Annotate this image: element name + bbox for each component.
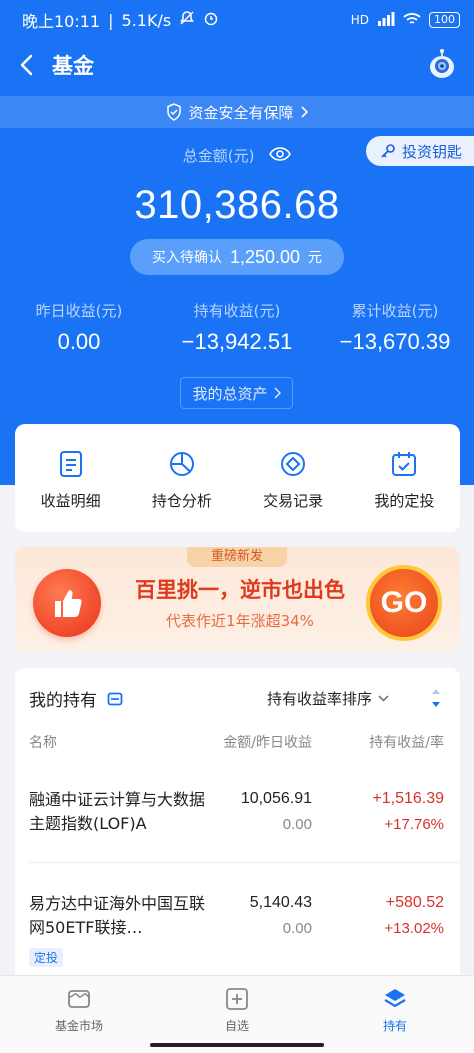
quick-action-label: 收益明细 <box>40 492 101 510</box>
list-toggle-icon[interactable] <box>107 692 123 706</box>
fund-yesterday-gain: 0.00 <box>282 816 312 833</box>
column-name: 名称 <box>29 735 57 751</box>
status-separator: | <box>108 10 114 30</box>
holding-row[interactable]: 融通中证云计算与大数据主题指数(LOF)A 10,056.91 0.00 +1,… <box>15 788 460 868</box>
market-icon <box>68 990 90 1008</box>
go-button[interactable]: GO <box>366 565 442 641</box>
fund-holding-gain: +1,516.39 <box>372 790 444 807</box>
alarm-icon <box>203 10 219 30</box>
quick-action-trade-records[interactable]: 交易记录 <box>238 424 349 532</box>
holdings-header: 我的持有 持有收益率排序 <box>15 668 460 726</box>
holding-row[interactable]: 易方达中证海外中国互联网50ETF联接… 5,140.43 0.00 +580.… <box>15 892 460 978</box>
stat-value: 0.00 <box>57 329 101 354</box>
fund-name: 易方达中证海外中国互联网50ETF联接… <box>29 894 206 937</box>
quick-action-position-analysis[interactable]: 持仓分析 <box>126 424 237 532</box>
auto-invest-badge: 定投 <box>29 948 64 967</box>
holdings-title: 我的持有 <box>29 691 97 711</box>
document-icon <box>59 451 82 477</box>
column-amount: 金额/昨日收益 <box>223 735 312 751</box>
stat-cumulative: 累计收益(元) −13,670.39 <box>316 300 474 355</box>
quick-action-label: 我的定投 <box>374 492 435 510</box>
quick-action-my-plans[interactable]: 我的定投 <box>349 424 460 532</box>
shield-check-icon <box>167 103 182 121</box>
battery-icon: 100 <box>429 12 460 28</box>
total-amount-label-row: 总金额(元) <box>0 145 474 166</box>
stat-label: 持有收益(元) <box>193 302 281 320</box>
sort-order-icon[interactable] <box>428 686 444 710</box>
pending-unit: 元 <box>308 250 323 266</box>
signal-icon <box>377 11 395 29</box>
pie-chart-icon <box>169 452 194 476</box>
status-time: 晚上10:11 <box>22 12 101 31</box>
chevron-right-icon <box>273 387 281 399</box>
sort-label: 持有收益率排序 <box>267 690 373 708</box>
diamond-circle-icon <box>281 452 306 476</box>
tab-fund-market[interactable]: 基金市场 <box>0 976 158 1053</box>
stat-yesterday: 昨日收益(元) 0.00 <box>0 300 158 355</box>
total-amount-label: 总金额(元) <box>182 147 255 165</box>
quick-action-label: 交易记录 <box>263 492 324 510</box>
total-assets-label: 我的总资产 <box>192 384 268 403</box>
stat-value: −13,670.39 <box>339 329 451 354</box>
holdings-column-headers: 名称 金额/昨日收益 持有收益/率 <box>15 732 460 754</box>
fund-name: 融通中证云计算与大数据主题指数(LOF)A <box>29 790 206 833</box>
eye-icon[interactable] <box>269 146 292 165</box>
assistant-robot-icon[interactable] <box>428 48 456 80</box>
mute-icon <box>179 10 195 30</box>
page-title: 基金 <box>52 54 94 78</box>
network-type: HD <box>350 13 369 27</box>
banner-headline: 百里挑一，逆市也出色 <box>135 578 345 602</box>
fund-amount: 10,056.91 <box>240 790 312 807</box>
thumbs-up-icon <box>33 569 101 637</box>
fund-amount: 5,140.43 <box>249 894 312 911</box>
earnings-stats: 昨日收益(元) 0.00 持有收益(元) −13,942.51 累计收益(元) … <box>0 300 474 360</box>
quick-actions: 收益明细 持仓分析 交易记录 我的定投 <box>15 424 460 532</box>
back-button[interactable] <box>0 40 52 90</box>
stat-holding: 持有收益(元) −13,942.51 <box>158 300 316 355</box>
nav-bar: 基金 <box>0 40 474 90</box>
chevron-left-icon <box>20 54 33 76</box>
row-divider <box>29 862 460 863</box>
chevron-down-icon <box>378 695 389 702</box>
fund-yesterday-gain: 0.00 <box>282 920 312 937</box>
tab-holdings[interactable]: 持有 <box>316 976 474 1053</box>
quick-action-label: 持仓分析 <box>151 492 212 510</box>
pending-amount: 1,250.00 <box>229 246 301 267</box>
fund-holding-rate: +17.76% <box>384 816 444 833</box>
status-speed: 5.1K/s <box>121 10 172 30</box>
pending-confirmation-pill[interactable]: 买入待确认 1,250.00 元 <box>130 239 344 275</box>
stat-label: 昨日收益(元) <box>35 302 123 320</box>
column-gain: 持有收益/率 <box>369 735 444 751</box>
calendar-check-icon <box>392 452 417 476</box>
banner-subline: 代表作近1年涨超34% <box>166 612 314 630</box>
status-bar: 晚上10:11 | 5.1K/s HD 100 <box>0 0 474 40</box>
stat-label: 累计收益(元) <box>351 302 439 320</box>
fund-holding-rate: +13.02% <box>384 920 444 937</box>
total-assets-button[interactable]: 我的总资产 <box>180 377 293 409</box>
stat-value: −13,942.51 <box>181 329 293 354</box>
total-amount-value: 310,386.68 <box>134 183 340 227</box>
add-watchlist-icon <box>226 988 248 1010</box>
holdings-title-row: 我的持有 <box>29 686 123 711</box>
banner-tag: 重磅新发 <box>187 547 287 567</box>
wifi-icon <box>403 12 421 29</box>
safety-label: 资金安全有保障 <box>188 103 294 122</box>
safety-guarantee-link[interactable]: 资金安全有保障 <box>0 96 474 128</box>
sort-dropdown[interactable]: 持有收益率排序 <box>267 688 389 709</box>
pending-label: 买入待确认 <box>151 250 222 266</box>
home-indicator <box>150 1043 324 1047</box>
promo-banner[interactable]: 重磅新发 百里挑一，逆市也出色 代表作近1年涨超34% GO <box>15 547 460 652</box>
holdings-card: 我的持有 持有收益率排序 名称 金额/昨日收益 持有收益/率 融通中证云计算与大… <box>15 668 460 978</box>
tab-label: 自选 <box>224 1019 249 1033</box>
tab-label: 持有 <box>382 1019 407 1033</box>
bottom-tab-bar: 基金市场 自选 持有 <box>0 975 474 1053</box>
tab-label: 基金市场 <box>54 1019 103 1033</box>
tab-watchlist[interactable]: 自选 <box>158 976 316 1053</box>
chevron-right-icon <box>300 106 308 118</box>
layers-icon <box>384 989 406 1008</box>
fund-holding-gain: +580.52 <box>385 894 444 911</box>
quick-action-earnings-detail[interactable]: 收益明细 <box>15 424 126 532</box>
